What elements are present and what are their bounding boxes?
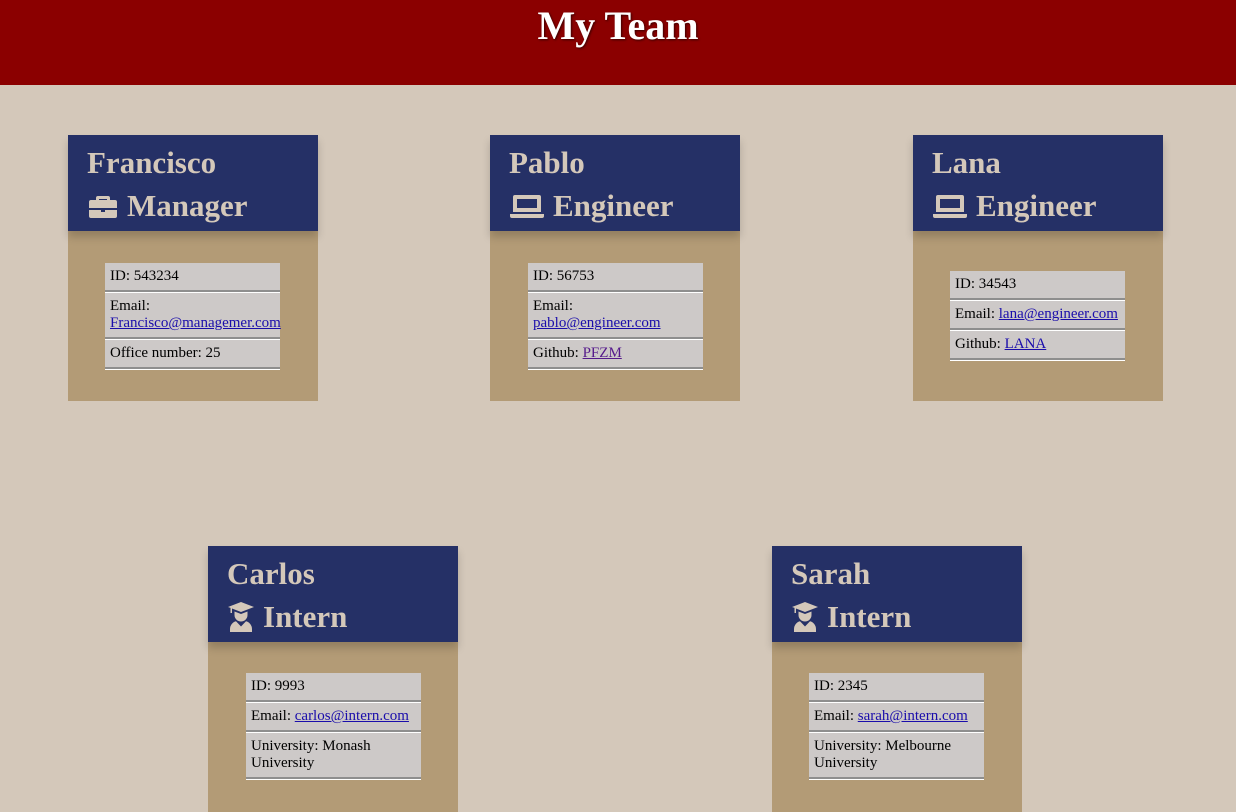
role-label: Intern: [827, 599, 912, 634]
university-row: University: Monash University: [246, 733, 421, 779]
email-row: Email: Francisco@managemer.com: [105, 293, 281, 339]
email-row: Email: sarah@intern.com: [809, 703, 984, 732]
page-header: My Team: [0, 0, 1236, 85]
email-row: Email: pablo@engineer.com: [528, 293, 703, 339]
github-link[interactable]: PFZM: [583, 345, 622, 361]
card-header: Lana Engineer: [913, 135, 1163, 231]
employee-name: Pablo: [509, 145, 585, 180]
card-header: Pablo Engineer: [490, 135, 740, 231]
card-header: Sarah Intern: [772, 546, 1022, 642]
email-link[interactable]: carlos@intern.com: [295, 708, 409, 724]
employee-role: Engineer: [932, 189, 1097, 223]
github-link[interactable]: LANA: [1005, 336, 1047, 352]
info-list: ID: 543234 Email: Francisco@managemer.co…: [105, 263, 281, 370]
employee-role: Intern: [227, 600, 347, 634]
card-header: Francisco Manager: [68, 135, 318, 231]
github-row: Github: LANA: [950, 331, 1125, 360]
github-row: Github: PFZM: [528, 340, 703, 369]
laptop-icon: [932, 190, 968, 222]
employee-card-lana: Lana Engineer ID: 34543 Email: lana@engi…: [913, 135, 1163, 401]
briefcase-icon: [87, 190, 119, 222]
page-title: My Team: [537, 3, 699, 48]
employee-name: Lana: [932, 145, 1001, 180]
office-number-row: Office number: 25: [105, 340, 280, 369]
role-label: Engineer: [976, 188, 1097, 223]
role-label: Intern: [263, 599, 348, 634]
email-link[interactable]: pablo@engineer.com: [533, 315, 661, 331]
employee-card-carlos: Carlos Intern ID: 9993 Email: carlos@int…: [208, 546, 458, 812]
email-row: Email: carlos@intern.com: [246, 703, 421, 732]
employee-role: Intern: [791, 600, 911, 634]
email-link[interactable]: sarah@intern.com: [858, 708, 968, 724]
email-link[interactable]: Francisco@managemer.com: [110, 315, 281, 331]
employee-role: Engineer: [509, 189, 674, 223]
info-list: ID: 56753 Email: pablo@engineer.com Gith…: [528, 263, 703, 370]
info-list: ID: 34543 Email: lana@engineer.com Githu…: [950, 271, 1125, 361]
email-row: Email: lana@engineer.com: [950, 301, 1125, 330]
employee-card-sarah: Sarah Intern ID: 2345 Email: sarah@inter…: [772, 546, 1022, 812]
info-list: ID: 2345 Email: sarah@intern.com Univers…: [809, 673, 984, 780]
employee-name: Sarah: [791, 556, 871, 591]
role-label: Engineer: [553, 188, 674, 223]
id-row: ID: 543234: [105, 263, 280, 292]
graduate-icon: [791, 601, 819, 633]
employee-role: Manager: [87, 189, 248, 223]
info-list: ID: 9993 Email: carlos@intern.com Univer…: [246, 673, 421, 780]
id-row: ID: 9993: [246, 673, 421, 702]
employee-name: Francisco: [87, 145, 217, 180]
role-label: Manager: [127, 188, 248, 223]
id-row: ID: 56753: [528, 263, 703, 292]
id-row: ID: 34543: [950, 271, 1125, 300]
employee-card-pablo: Pablo Engineer ID: 56753 Email: pablo@en…: [490, 135, 740, 401]
employee-card-francisco: Francisco Manager ID: 543234 Email: Fran…: [68, 135, 318, 401]
laptop-icon: [509, 190, 545, 222]
graduate-icon: [227, 601, 255, 633]
id-row: ID: 2345: [809, 673, 984, 702]
university-row: University: Melbourne University: [809, 733, 984, 779]
employee-name: Carlos: [227, 556, 315, 591]
email-link[interactable]: lana@engineer.com: [999, 306, 1118, 322]
card-header: Carlos Intern: [208, 546, 458, 642]
